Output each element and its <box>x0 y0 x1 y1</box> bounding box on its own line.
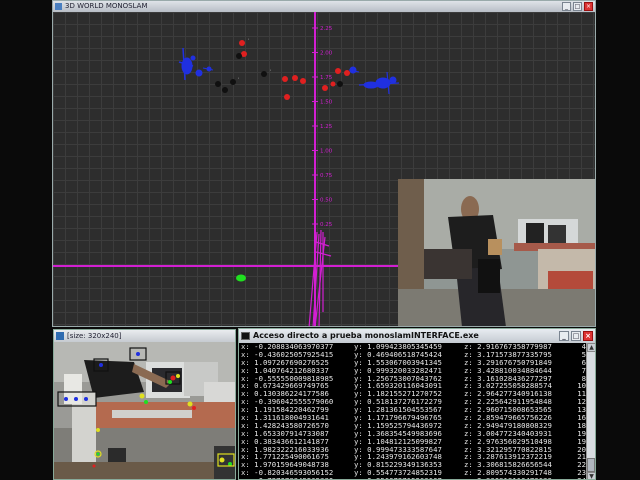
blue-feature-cluster-right <box>348 66 400 95</box>
camera-window-titlebar[interactable]: [size: 320x240] <box>54 330 235 342</box>
console-window-titlebar[interactable]: Acceso directo a prueba monoslamINTERFAC… <box>239 329 595 343</box>
scroll-down-arrow-icon[interactable]: ▼ <box>587 472 595 479</box>
world-window-title: 3D WORLD MONOSLAM <box>65 2 148 10</box>
scrollbar-thumb[interactable] <box>587 458 595 472</box>
console-window[interactable]: Acceso directo a prueba monoslamINTERFAC… <box>238 328 596 480</box>
y-tick-label: 0.25 <box>320 222 333 228</box>
y-tick-label: 1.75 <box>320 75 333 81</box>
y-tick-label: 1.25 <box>320 124 333 130</box>
console-maximize-button[interactable]: □ <box>571 331 581 341</box>
y-tick-label: 2.00 <box>320 51 333 57</box>
camera-feed <box>54 342 235 479</box>
y-tick-label: 2.25 <box>320 26 333 32</box>
svg-text:·: · <box>247 37 250 43</box>
close-button[interactable]: × <box>584 2 593 11</box>
scroll-up-arrow-icon[interactable]: ▲ <box>587 343 595 352</box>
console-scrollbar[interactable]: ▲ ▼ <box>586 343 595 479</box>
y-tick-label: 1.00 <box>320 149 333 155</box>
y-tick-label: 1.50 <box>320 100 333 106</box>
svg-text:·: · <box>237 76 240 82</box>
red-feature-points <box>239 40 350 100</box>
desktop: 3D WORLD MONOSLAM _ □ × 2.25 2.00 1.75 1… <box>0 0 640 480</box>
camera-trajectory <box>308 229 332 326</box>
console-close-button[interactable]: × <box>583 331 593 341</box>
console-icon <box>241 332 250 340</box>
camera-window-icon <box>56 332 64 340</box>
camera-position-marker <box>236 274 246 282</box>
world-window[interactable]: 3D WORLD MONOSLAM _ □ × 2.25 2.00 1.75 1… <box>52 0 596 327</box>
camera-overlay-view <box>398 179 595 326</box>
camera-window[interactable]: [size: 320x240] <box>53 329 236 480</box>
world-window-titlebar[interactable]: 3D WORLD MONOSLAM _ □ × <box>53 1 595 12</box>
world-3d-canvas[interactable]: 2.25 2.00 1.75 1.50 1.25 1.00 0.75 0.50 0.25 <box>53 12 595 326</box>
app-icon <box>55 3 62 10</box>
y-tick-label: 0.75 <box>320 173 333 179</box>
console-output[interactable]: x: -0.208834063970377 y: 1.09942380534545… <box>239 343 587 479</box>
console-minimize-button[interactable]: _ <box>559 331 569 341</box>
camera-window-title: [size: 320x240] <box>67 332 122 340</box>
blue-feature-cluster-left <box>178 47 214 81</box>
maximize-button[interactable]: □ <box>573 2 582 11</box>
feature-tracking-boxes <box>57 347 235 468</box>
minimize-button[interactable]: _ <box>562 2 571 11</box>
console-window-title: Acceso directo a prueba monoslamINTERFAC… <box>253 331 479 340</box>
svg-text:·: · <box>269 68 272 74</box>
tracking-overlay <box>57 347 235 468</box>
y-tick-label: 0.50 <box>320 198 333 204</box>
overlay-camera-image <box>398 179 595 326</box>
